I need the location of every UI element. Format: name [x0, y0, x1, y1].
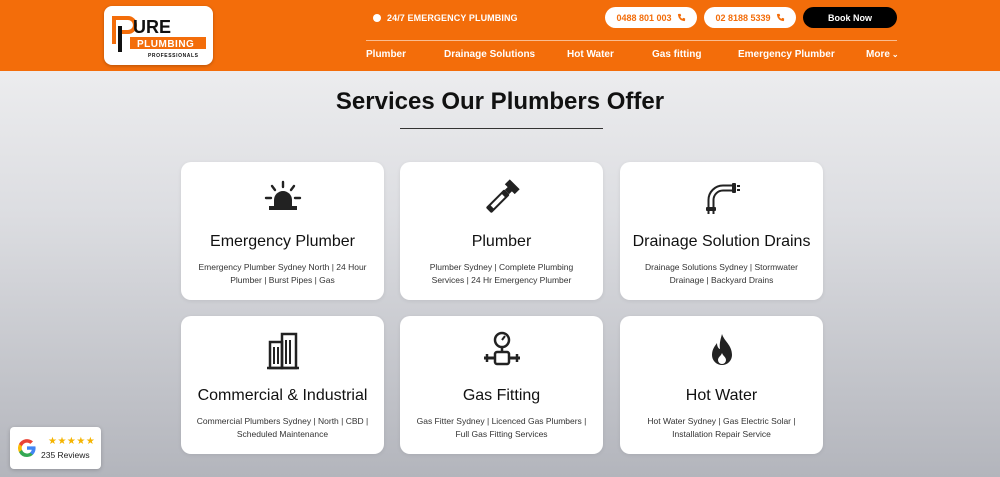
service-card-plumber[interactable]: Plumber Plumber Sydney | Complete Plumbi…: [400, 162, 603, 300]
book-now-button[interactable]: Book Now: [803, 7, 897, 28]
card-description: Hot Water Sydney | Gas Electric Solar | …: [647, 416, 796, 439]
nav-item-gas-fitting[interactable]: Gas fitting: [652, 49, 701, 63]
service-card-emergency-plumber[interactable]: Emergency Plumber Emergency Plumber Sydn…: [181, 162, 384, 300]
site-logo[interactable]: URE PLUMBING PROFESSIONALS: [104, 6, 213, 65]
emergency-indicator: 24/7 EMERGENCY PLUMBING: [373, 11, 518, 25]
logo-line1: URE: [133, 17, 171, 37]
card-title: Hot Water: [685, 387, 758, 404]
status-dot-icon: [373, 14, 381, 22]
title-underline: [400, 128, 603, 129]
service-card-drainage[interactable]: Drainage Solution Drains Drainage Soluti…: [620, 162, 823, 300]
logo-line3: PROFESSIONALS: [148, 53, 199, 59]
nav-more-label: More: [866, 49, 890, 60]
card-title: Emergency Plumber: [210, 233, 355, 250]
card-description: Drainage Solutions Sydney | Stormwater D…: [645, 262, 798, 285]
card-description: Commercial Plumbers Sydney | North | CBD…: [196, 416, 369, 439]
phone-icon: [776, 13, 784, 22]
phone-number-2: 02 8188 5339: [715, 12, 771, 23]
page-title: Services Our Plumbers Offer: [335, 88, 665, 115]
card-title: Drainage Solution Drains: [632, 233, 811, 250]
nav-item-more[interactable]: More ⌄: [866, 49, 899, 63]
pipe-icon: [701, 176, 743, 218]
header-divider: [366, 40, 897, 41]
nav-item-emergency-plumber[interactable]: Emergency Plumber: [738, 49, 835, 63]
nav-item-drainage-solutions[interactable]: Drainage Solutions: [444, 49, 535, 63]
phone-button-1[interactable]: 0488 801 003: [605, 7, 697, 28]
nav-item-hot-water[interactable]: Hot Water: [567, 49, 614, 63]
service-card-gas-fitting[interactable]: Gas Fitting Gas Fitter Sydney | Licenced…: [400, 316, 603, 454]
google-reviews-badge[interactable]: ★★★★★ 235 Reviews: [10, 427, 101, 469]
flame-icon: [701, 330, 743, 372]
service-card-hot-water[interactable]: Hot Water Hot Water Sydney | Gas Electri…: [620, 316, 823, 454]
card-description: Plumber Sydney | Complete Plumbing Servi…: [429, 262, 574, 285]
logo-mark: URE PLUMBING PROFESSIONALS: [108, 10, 209, 61]
card-title: Commercial & Industrial: [197, 387, 368, 404]
service-card-commercial[interactable]: Commercial & Industrial Commercial Plumb…: [181, 316, 384, 454]
google-icon: [18, 439, 36, 457]
card-title: Plumber: [471, 233, 532, 250]
card-description: Emergency Plumber Sydney North | 24 Hour…: [198, 262, 367, 285]
gauge-icon: [481, 330, 523, 372]
nav-item-plumber[interactable]: Plumber: [366, 49, 406, 63]
chevron-down-icon: ⌄: [891, 50, 899, 59]
book-now-label: Book Now: [828, 12, 872, 23]
phone-icon: [677, 13, 685, 22]
logo-line2: PLUMBING: [137, 39, 194, 50]
phone-number-1: 0488 801 003: [616, 12, 672, 23]
building-icon: [262, 330, 304, 372]
star-rating: ★★★★★: [48, 436, 96, 447]
reviews-count: 235 Reviews: [41, 450, 90, 460]
siren-icon: [262, 176, 304, 218]
site-header: URE PLUMBING PROFESSIONALS 24/7 EMERGENC…: [0, 0, 1000, 71]
card-title: Gas Fitting: [462, 387, 541, 404]
phone-button-2[interactable]: 02 8188 5339: [704, 7, 796, 28]
wrench-icon: [481, 176, 523, 218]
emergency-label: 24/7 EMERGENCY PLUMBING: [387, 13, 518, 23]
card-description: Gas Fitter Sydney | Licenced Gas Plumber…: [416, 416, 587, 439]
